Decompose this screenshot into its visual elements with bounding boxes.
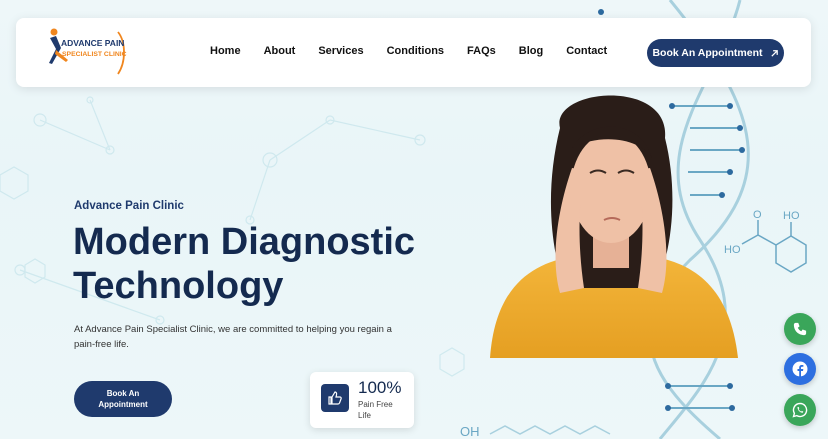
phone-icon	[793, 322, 807, 336]
whatsapp-icon	[792, 402, 808, 418]
stat-label: Pain Free Life	[358, 400, 393, 420]
pain-free-stat-card: 100% Pain Free Life	[310, 372, 414, 428]
book-appointment-hero-button[interactable]: Book An Appointment	[74, 381, 172, 417]
stat-value: 100%	[358, 378, 402, 397]
logo-text-line1: ADVANCE PAIN	[61, 38, 124, 48]
molecule-ho-top-label: HO	[783, 210, 800, 222]
nav-item-faqs[interactable]: FAQs	[467, 45, 496, 57]
nav-item-about[interactable]: About	[264, 45, 296, 57]
hero-title-line1: Modern Diagnostic	[73, 221, 416, 263]
hero-description: At Advance Pain Specialist Clinic, we ar…	[74, 324, 392, 350]
hero-eyebrow: Advance Pain Clinic	[74, 200, 184, 212]
book-appointment-header-label: Book An Appointment	[652, 47, 763, 59]
hero-woman-image	[480, 88, 740, 358]
phone-button[interactable]	[784, 313, 816, 345]
hero-cta-line1: Book An	[106, 389, 140, 398]
nav-item-conditions[interactable]: Conditions	[387, 45, 444, 57]
book-appointment-header-button[interactable]: Book An Appointment	[647, 39, 784, 67]
whatsapp-button[interactable]	[784, 394, 816, 426]
molecule-bottom-label: OH	[460, 424, 480, 439]
nav-item-blog[interactable]: Blog	[519, 45, 543, 57]
facebook-icon	[792, 361, 808, 377]
nav-item-contact[interactable]: Contact	[566, 45, 607, 57]
main-nav: Home About Services Conditions FAQs Blog…	[210, 45, 630, 57]
nav-item-services[interactable]: Services	[318, 45, 363, 57]
nav-item-home[interactable]: Home	[210, 45, 241, 57]
site-header: ADVANCE PAIN SPECIALIST CLINIC Home Abou…	[16, 18, 811, 87]
facebook-button[interactable]	[784, 353, 816, 385]
hero-title-line2: Technology	[73, 265, 284, 307]
hero-cta-line2: Appointment	[98, 400, 148, 409]
clinic-logo[interactable]: ADVANCE PAIN SPECIALIST CLINIC	[46, 28, 128, 78]
molecule-o-label: O	[753, 209, 762, 221]
hero-title: Modern Diagnostic Technology	[73, 220, 433, 308]
arrow-up-right-icon	[770, 49, 778, 57]
thumbs-up-icon	[321, 384, 349, 412]
logo-text-line2: SPECIALIST CLINIC	[62, 51, 127, 58]
